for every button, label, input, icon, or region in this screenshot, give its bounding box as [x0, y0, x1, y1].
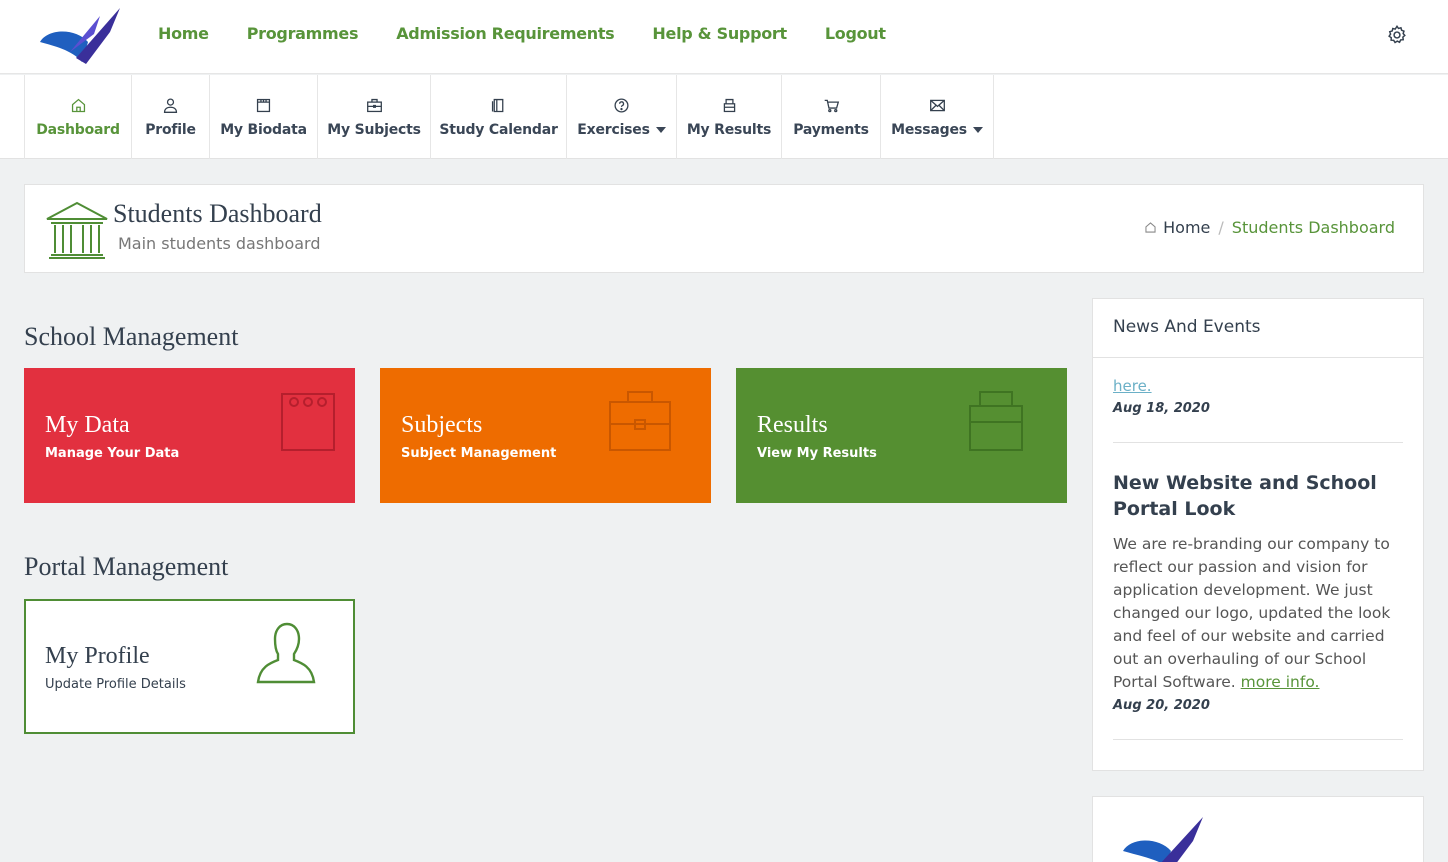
- question-icon: [614, 97, 629, 113]
- tab-payments[interactable]: Payments: [782, 75, 881, 159]
- tile-subtitle: View My Results: [757, 446, 877, 461]
- breadcrumb: Home / Students Dashboard: [1144, 218, 1395, 237]
- news-link[interactable]: here.: [1113, 377, 1403, 395]
- logo: [1123, 817, 1203, 862]
- news-date: Aug 18, 2020: [1113, 401, 1210, 416]
- tab-study-calendar[interactable]: Study Calendar: [431, 75, 567, 159]
- tab-exercises[interactable]: Exercises: [567, 75, 677, 159]
- nav-programmes[interactable]: Programmes: [247, 24, 359, 43]
- tile-subtitle: Subject Management: [401, 446, 557, 461]
- logo[interactable]: [36, 6, 124, 66]
- briefcase-icon: [609, 391, 671, 451]
- nav-home[interactable]: Home: [158, 24, 209, 43]
- tab-my-results[interactable]: My Results: [677, 75, 782, 159]
- chevron-down-icon: [655, 126, 666, 133]
- tile-title: Subjects: [401, 412, 483, 438]
- user-icon: [256, 622, 316, 684]
- my-data-tile[interactable]: My Data Manage Your Data: [24, 368, 355, 503]
- tab-label: My Results: [686, 121, 772, 138]
- book-icon: [491, 98, 504, 112]
- nav-logout[interactable]: Logout: [825, 24, 886, 43]
- top-bar: Home Programmes Admission Requirements H…: [0, 0, 1448, 74]
- news-date: Aug 20, 2020: [1113, 698, 1210, 713]
- tab-dashboard[interactable]: Dashboard: [25, 75, 132, 159]
- tile-subtitle: Manage Your Data: [45, 446, 180, 461]
- nav-help-support[interactable]: Help & Support: [652, 24, 787, 43]
- section-title: School Management: [24, 322, 239, 351]
- printer-icon: [723, 98, 735, 112]
- tab-label: Dashboard: [36, 121, 120, 138]
- news-item-title: New Website and School Portal Look: [1113, 472, 1377, 520]
- news-panel: News And Events here. Aug 18, 2020 New W…: [1092, 298, 1424, 771]
- institution-icon: [46, 201, 108, 259]
- section-title: Portal Management: [24, 552, 229, 581]
- tab-profile[interactable]: Profile: [132, 75, 210, 159]
- printer-icon: [969, 391, 1023, 451]
- tab-messages[interactable]: Messages: [881, 75, 994, 159]
- my-profile-tile[interactable]: My Profile Update Profile Details: [24, 599, 355, 734]
- tab-label: Profile: [145, 121, 196, 138]
- page-title: Students Dashboard: [113, 199, 322, 228]
- tab-my-subjects[interactable]: My Subjects: [318, 75, 431, 159]
- tile-title: My Profile: [45, 643, 150, 669]
- tile-title: Results: [757, 412, 828, 438]
- breadcrumb-current: Students Dashboard: [1231, 218, 1395, 237]
- gear-icon[interactable]: [1386, 24, 1408, 46]
- more-info-link[interactable]: more info.: [1241, 673, 1320, 691]
- tab-label: My Subjects: [327, 121, 421, 138]
- cart-icon: [824, 99, 839, 112]
- home-icon: [1145, 222, 1156, 233]
- user-icon: [163, 97, 178, 113]
- page-subtitle: Main students dashboard: [118, 234, 321, 253]
- tab-label: Messages: [891, 122, 983, 138]
- tab-label: Exercises: [577, 122, 666, 138]
- module-nav: Dashboard Profile My Biodata My Subjects…: [0, 75, 1448, 159]
- breadcrumb-separator: /: [1218, 218, 1224, 237]
- envelope-icon: [929, 99, 945, 111]
- results-tile[interactable]: Results View My Results: [736, 368, 1067, 503]
- tab-my-biodata[interactable]: My Biodata: [210, 75, 318, 159]
- calendar-icon: [256, 98, 271, 112]
- divider: [1113, 739, 1403, 740]
- tab-label: Payments: [793, 121, 869, 138]
- tab-label: My Biodata: [220, 121, 307, 138]
- news-title: News And Events: [1093, 299, 1423, 358]
- home-icon: [71, 98, 85, 112]
- breadcrumb-home[interactable]: Home: [1163, 218, 1210, 237]
- top-nav: Home Programmes Admission Requirements H…: [158, 24, 924, 43]
- page-header: Students Dashboard Main students dashboa…: [24, 184, 1424, 273]
- logo-card: [1092, 796, 1424, 862]
- tile-title: My Data: [45, 412, 130, 438]
- divider: [1113, 442, 1403, 443]
- chevron-down-icon: [972, 126, 983, 133]
- tab-label: Study Calendar: [439, 121, 558, 138]
- briefcase-icon: [366, 98, 382, 112]
- subjects-tile[interactable]: Subjects Subject Management: [380, 368, 711, 503]
- news-item-text: We are re-branding our company to reflec…: [1113, 535, 1391, 691]
- calendar-icon: [281, 393, 335, 451]
- tile-subtitle: Update Profile Details: [45, 677, 186, 692]
- nav-admission-requirements[interactable]: Admission Requirements: [396, 24, 615, 43]
